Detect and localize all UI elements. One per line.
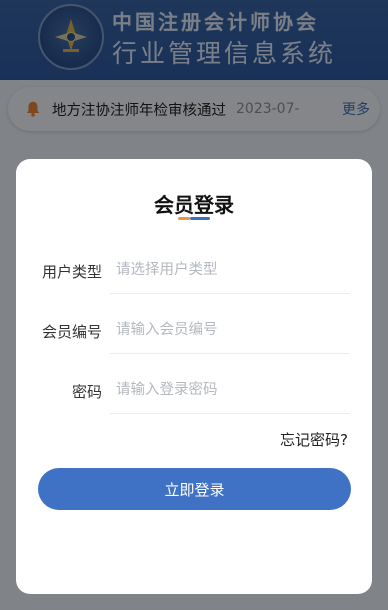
password-field: 密码 bbox=[16, 367, 372, 415]
user-type-underline bbox=[110, 293, 350, 294]
user-type-select[interactable] bbox=[110, 253, 350, 287]
user-type-label: 用户类型 bbox=[41, 263, 102, 281]
login-modal: 会员登录 用户类型 会员编号 密码 忘记密码? 立即登录 bbox=[16, 159, 372, 594]
title-underline-blue bbox=[190, 217, 210, 220]
member-id-label: 会员编号 bbox=[41, 323, 102, 341]
password-underline bbox=[110, 413, 350, 414]
member-id-underline bbox=[110, 353, 350, 354]
forgot-password-link[interactable]: 忘记密码? bbox=[280, 429, 348, 450]
member-id-input[interactable] bbox=[110, 313, 350, 347]
title-underline bbox=[178, 217, 210, 220]
password-label: 密码 bbox=[71, 383, 102, 401]
password-input[interactable] bbox=[110, 373, 350, 407]
modal-title: 会员登录 bbox=[154, 193, 234, 217]
user-type-field: 用户类型 bbox=[16, 247, 372, 295]
title-underline-orange bbox=[178, 217, 190, 220]
login-button[interactable]: 立即登录 bbox=[38, 468, 351, 510]
member-id-field: 会员编号 bbox=[16, 307, 372, 355]
